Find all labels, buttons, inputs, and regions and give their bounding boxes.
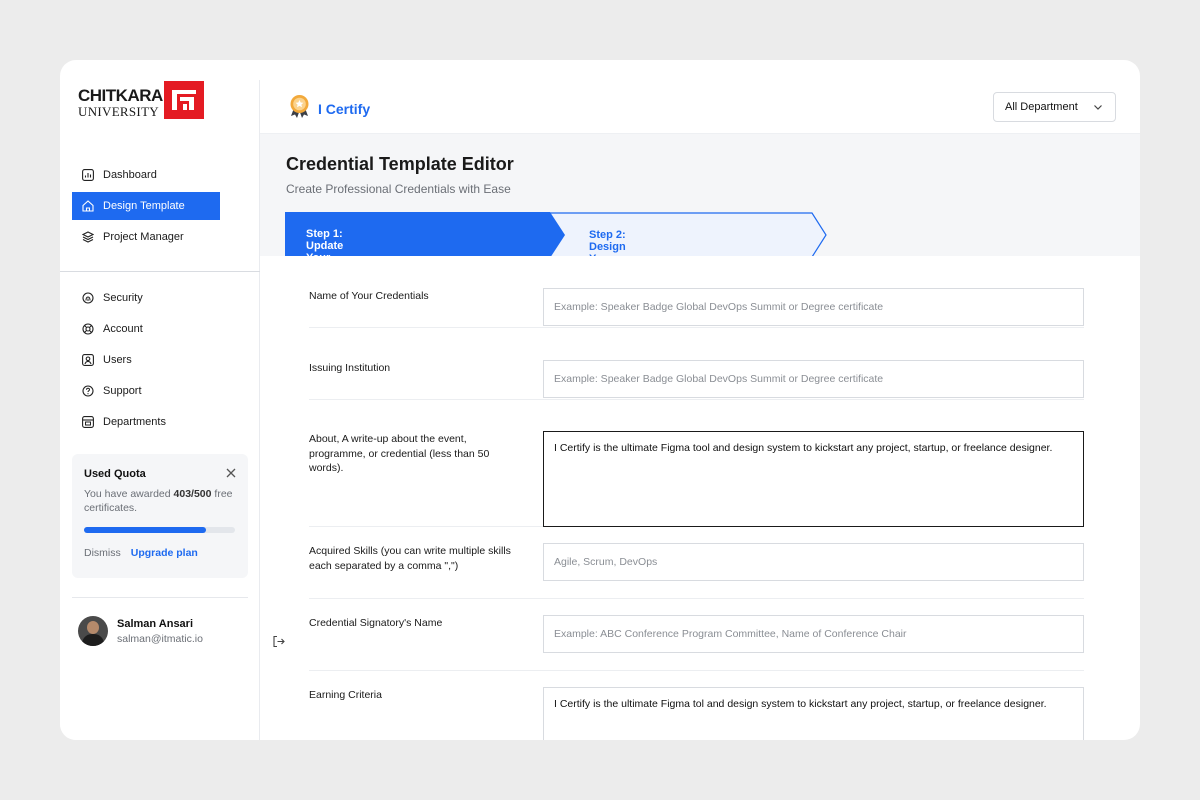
nav-item-support[interactable]: Support	[72, 377, 220, 405]
logout-icon[interactable]	[272, 635, 285, 653]
nav-item-departments[interactable]: Departments	[72, 408, 220, 436]
form-row-earning-criteria: Earning Criteria I Certify is the ultima…	[309, 671, 1084, 740]
form-row-about: About, A write-up about the event, progr…	[309, 400, 1084, 527]
nav-item-account[interactable]: Account	[72, 315, 220, 343]
nav-divider	[60, 271, 260, 272]
used-quota-card: Used Quota You have awarded 403/500 free…	[72, 454, 248, 578]
earning-criteria-textarea[interactable]: I Certify is the ultimate Figma tol and …	[543, 687, 1084, 740]
quota-text-before: You have awarded	[84, 488, 174, 500]
quota-progress-bar	[84, 527, 235, 533]
form-row-signatory: Credential Signatory's Name Example: ABC…	[309, 599, 1084, 671]
user-divider	[72, 597, 248, 598]
page-subtitle: Create Professional Credentials with Eas…	[286, 182, 511, 196]
help-icon	[81, 385, 94, 398]
stepper-shapes	[285, 212, 827, 258]
credential-name-label: Name of Your Credentials	[309, 290, 429, 302]
app-frame: CHITKARA UNIVERSITY Dashboard Design Tem…	[60, 60, 1140, 740]
secondary-nav: Security Account Users Support Departmen…	[72, 284, 220, 439]
logo-line2: UNIVERSITY	[78, 103, 159, 119]
sidebar: CHITKARA UNIVERSITY Dashboard Design Tem…	[60, 80, 285, 740]
quota-awarded: 403/500	[173, 488, 212, 500]
form-row-credential-name: Name of Your Credentials Example: Speake…	[309, 256, 1084, 328]
nav-item-security[interactable]: Security	[72, 284, 220, 312]
signatory-label: Credential Signatory's Name	[309, 617, 443, 629]
nav-label: Users	[103, 354, 132, 366]
earning-criteria-label: Earning Criteria	[309, 689, 382, 701]
nav-label: Support	[103, 385, 142, 397]
quota-text: You have awarded 403/500 free certificat…	[84, 487, 236, 515]
brand[interactable]: I Certify	[288, 94, 370, 124]
avatar	[78, 616, 108, 646]
brand-name: I Certify	[318, 101, 371, 117]
home-icon	[81, 200, 94, 213]
department-select[interactable]: All Department	[993, 92, 1116, 122]
user-name: Salman Ansari	[117, 617, 194, 630]
form-row-skills: Acquired Skills (you can write multiple …	[309, 527, 1084, 599]
issuing-institution-label: Issuing Institution	[309, 362, 391, 374]
skills-label: Acquired Skills (you can write multiple …	[309, 545, 511, 572]
chart-icon	[81, 169, 94, 182]
dismiss-button[interactable]: Dismiss	[84, 547, 121, 559]
page-title: Credential Template Editor	[286, 154, 514, 174]
user-email: salman@itmatic.io	[117, 632, 203, 645]
fingerprint-icon	[81, 292, 94, 305]
account-icon	[81, 323, 94, 336]
nav-item-users[interactable]: Users	[72, 346, 220, 374]
award-icon	[288, 94, 311, 124]
upgrade-plan-link[interactable]: Upgrade plan	[131, 547, 198, 559]
user-profile[interactable]: Salman Ansari salman@itmatic.io	[78, 616, 203, 646]
signatory-input[interactable]: Example: ABC Conference Program Committe…	[543, 615, 1084, 653]
logo-line1: CHITKARA	[78, 85, 163, 105]
quota-title: Used Quota	[84, 468, 146, 480]
building-icon	[81, 416, 94, 429]
department-select-value: All Department	[1005, 101, 1078, 113]
nav-label: Security	[103, 292, 143, 304]
top-bar: I Certify All Department	[260, 80, 1140, 134]
nav-item-design-template[interactable]: Design Template	[72, 192, 220, 220]
logo-mark-icon	[163, 81, 204, 119]
layers-icon	[81, 231, 94, 244]
program-details-form: Name of Your Credentials Example: Speake…	[285, 256, 1116, 740]
nav-label: Design Template	[103, 200, 185, 212]
chevron-down-icon	[1093, 102, 1103, 115]
user-icon	[81, 354, 94, 367]
nav-item-project-manager[interactable]: Project Manager	[72, 223, 220, 251]
issuing-institution-input[interactable]: Example: Speaker Badge Global DevOps Sum…	[543, 360, 1084, 398]
quota-progress-fill	[84, 527, 206, 533]
form-row-issuing-institution: Issuing Institution Example: Speaker Bad…	[309, 328, 1084, 400]
university-logo[interactable]: CHITKARA UNIVERSITY	[78, 81, 204, 119]
close-icon[interactable]	[226, 466, 236, 481]
main-header: Credential Template Editor Create Profes…	[260, 134, 1140, 288]
nav-label: Dashboard	[103, 169, 157, 181]
skills-input[interactable]: Agile, Scrum, DevOps	[543, 543, 1084, 581]
nav-label: Account	[103, 323, 143, 335]
nav-label: Departments	[103, 416, 166, 428]
nav-label: Project Manager	[103, 231, 184, 243]
primary-nav: Dashboard Design Template Project Manage…	[72, 161, 220, 254]
about-label: About, A write-up about the event, progr…	[309, 433, 490, 474]
nav-item-dashboard[interactable]: Dashboard	[72, 161, 220, 189]
about-textarea[interactable]: I Certify is the ultimate Figma tool and…	[543, 431, 1084, 527]
credential-name-input[interactable]: Example: Speaker Badge Global DevOps Sum…	[543, 288, 1084, 326]
